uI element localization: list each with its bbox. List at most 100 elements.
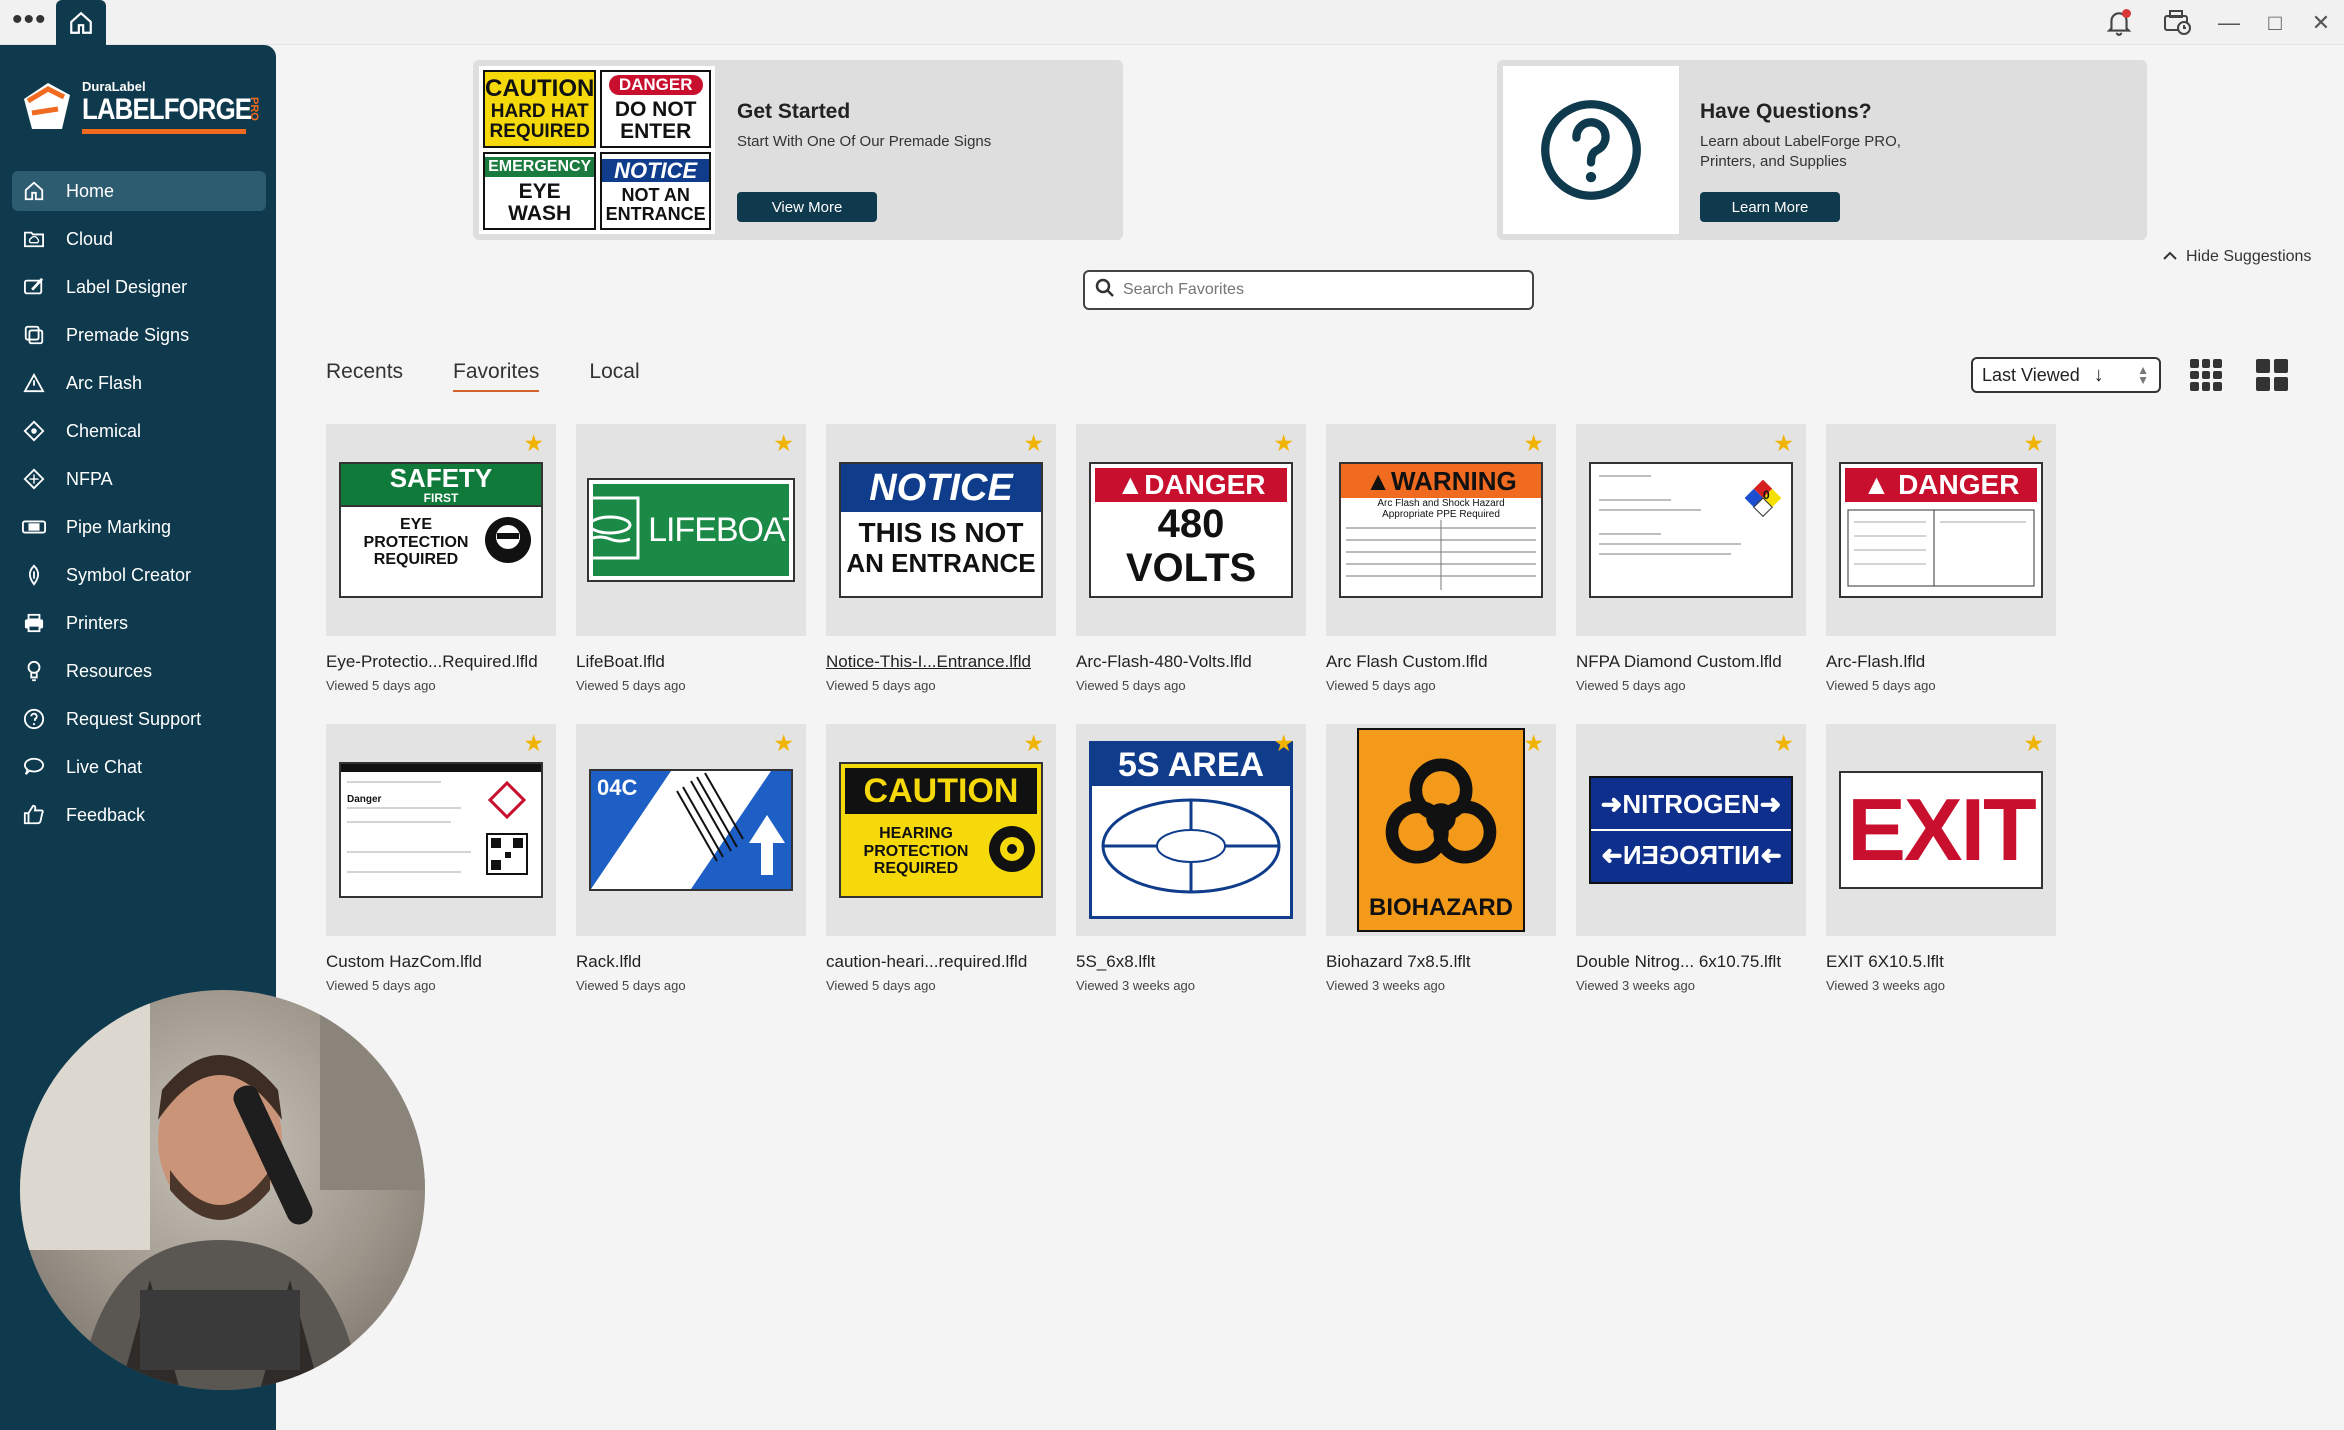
view-more-button[interactable]: View More: [737, 192, 877, 222]
file-tile[interactable]: ★ 0 NFPA Diamond Custom.lfld Viewed 5 da…: [1576, 424, 1806, 693]
file-tile[interactable]: ★ ▲WARNING Arc Flash and Shock Hazard Ap…: [1326, 424, 1556, 693]
file-thumbnail[interactable]: ★ SAFETY FIRST EYE PROTECTION REQUIRED: [326, 424, 556, 636]
sidebar-item-chemical[interactable]: Chemical: [12, 411, 266, 451]
star-icon[interactable]: ★: [523, 732, 544, 755]
file-name[interactable]: Biohazard 7x8.5.lflt: [1326, 952, 1556, 972]
file-thumbnail[interactable]: ★ ▲WARNING Arc Flash and Shock Hazard Ap…: [1326, 424, 1556, 636]
ellipsis-icon[interactable]: •••: [12, 5, 47, 35]
file-name[interactable]: caution-heari...required.lfld: [826, 952, 1056, 972]
sidebar-item-feedback[interactable]: Feedback: [12, 795, 266, 835]
star-icon[interactable]: ★: [773, 432, 794, 455]
file-tile[interactable]: ★ Danger Custom HazCom.lfld Viewed 5 day…: [326, 724, 556, 993]
star-icon[interactable]: ★: [773, 732, 794, 755]
file-tile[interactable]: ★ ▲DANGER 480 VOLTS Arc-Flash-480-Volts.…: [1076, 424, 1306, 693]
hide-suggestions-toggle[interactable]: Hide Suggestions: [2162, 248, 2311, 266]
printer-status-icon[interactable]: [2148, 0, 2206, 45]
sidebar-item-label: Premade Signs: [66, 324, 190, 345]
file-name[interactable]: Arc Flash Custom.lfld: [1326, 652, 1556, 672]
star-icon[interactable]: ★: [1023, 432, 1044, 455]
star-icon[interactable]: ★: [2023, 732, 2044, 755]
sidebar-item-symbol-creator[interactable]: Symbol Creator: [12, 555, 266, 595]
file-tile[interactable]: ★ 04C Rack.lfld Viewed 5 days ago: [576, 724, 806, 993]
star-icon[interactable]: ★: [523, 432, 544, 455]
sidebar-item-request-support[interactable]: Request Support: [12, 699, 266, 739]
home-tab[interactable]: [56, 0, 106, 45]
tab-local[interactable]: Local: [589, 360, 639, 392]
file-thumbnail[interactable]: ★ 04C: [576, 724, 806, 936]
file-name[interactable]: Arc-Flash.lfld: [1826, 652, 2056, 672]
file-thumbnail[interactable]: ★ BIOHAZARD: [1326, 724, 1556, 936]
file-thumbnail[interactable]: ★ CAUTION HEARING PROTECTION REQUIRED: [826, 724, 1056, 936]
tab-favorites[interactable]: Favorites: [453, 360, 540, 392]
sidebar-item-resources[interactable]: Resources: [12, 651, 266, 691]
file-viewed: Viewed 5 days ago: [826, 678, 936, 693]
file-tile[interactable]: ★ NOTICE THIS IS NOT AN ENTRANCE Notice-…: [826, 424, 1056, 693]
star-icon[interactable]: ★: [1773, 732, 1794, 755]
file-viewed: Viewed 5 days ago: [326, 678, 436, 693]
file-tile[interactable]: ★ SAFETY FIRST EYE PROTECTION REQUIRED E…: [326, 424, 556, 693]
sidebar-item-printers[interactable]: Printers: [12, 603, 266, 643]
sort-select[interactable]: Last Viewed ↓ ▲ ▼: [1971, 357, 2161, 393]
sidebar-item-cloud[interactable]: Cloud: [12, 219, 266, 259]
star-icon[interactable]: ★: [1273, 732, 1294, 755]
sidebar-item-home[interactable]: Home: [12, 171, 266, 211]
pipe-icon: [22, 515, 46, 539]
file-thumbnail[interactable]: ★ ➜NITROGEN➜ ➜NITROGEN➜: [1576, 724, 1806, 936]
file-name[interactable]: Arc-Flash-480-Volts.lfld: [1076, 652, 1306, 672]
file-viewed: Viewed 5 days ago: [1576, 678, 1686, 693]
search-favorites[interactable]: [1083, 270, 1534, 310]
file-tabs: Recents Favorites Local: [326, 360, 640, 392]
star-icon[interactable]: ★: [1023, 732, 1044, 755]
large-grid-view-icon[interactable]: [2256, 359, 2288, 391]
sidebar-item-nfpa[interactable]: NFPA: [12, 459, 266, 499]
sidebar-item-pipe-marking[interactable]: Pipe Marking: [12, 507, 266, 547]
star-icon[interactable]: ★: [1773, 432, 1794, 455]
file-thumbnail[interactable]: ★ NOTICE THIS IS NOT AN ENTRANCE: [826, 424, 1056, 636]
warning-triangle-icon: [22, 371, 46, 395]
file-name[interactable]: EXIT 6X10.5.lflt: [1826, 952, 2056, 972]
sidebar-nav: Home Cloud Label Designer Premade Signs …: [12, 171, 266, 843]
sidebar-item-live-chat[interactable]: Live Chat: [12, 747, 266, 787]
close-button[interactable]: ✕: [2298, 0, 2344, 45]
file-name[interactable]: Eye-Protectio...Required.lfld: [326, 652, 556, 672]
file-name[interactable]: Notice-This-I...Entrance.lfld: [826, 652, 1056, 672]
search-icon: [1095, 278, 1115, 303]
file-thumbnail[interactable]: ★ ▲DANGER 480 VOLTS: [1076, 424, 1306, 636]
file-tile[interactable]: ★ 5S AREA 5S_6x8.lflt Viewed 3 weeks ago: [1076, 724, 1306, 993]
star-icon[interactable]: ★: [1523, 732, 1544, 755]
minimize-button[interactable]: —: [2206, 0, 2252, 45]
file-tile[interactable]: ★ CAUTION HEARING PROTECTION REQUIRED ca…: [826, 724, 1056, 993]
file-tile[interactable]: ★ BIOHAZARD Biohazard 7x8.5.lflt Viewed …: [1326, 724, 1556, 993]
sidebar-item-label-designer[interactable]: Label Designer: [12, 267, 266, 307]
file-name[interactable]: 5S_6x8.lflt: [1076, 952, 1306, 972]
file-tile[interactable]: ★ ➜NITROGEN➜ ➜NITROGEN➜ Double Nitrog...…: [1576, 724, 1806, 993]
tab-recents[interactable]: Recents: [326, 360, 403, 392]
notification-bell-icon[interactable]: [2090, 0, 2148, 45]
maximize-button[interactable]: □: [2252, 0, 2298, 45]
sidebar-item-arc-flash[interactable]: Arc Flash: [12, 363, 266, 403]
arrow-down-icon[interactable]: ↓: [2094, 364, 2104, 387]
sidebar-item-premade-signs[interactable]: Premade Signs: [12, 315, 266, 355]
chevron-up-icon: [2162, 248, 2178, 266]
file-tile[interactable]: ★ LIFEBOAT LifeBoat.lfld Viewed 5 days a…: [576, 424, 806, 693]
file-thumbnail[interactable]: ★ EXIT: [1826, 724, 2056, 936]
file-name[interactable]: Double Nitrog... 6x10.75.lflt: [1576, 952, 1806, 972]
file-tile[interactable]: ★ EXIT EXIT 6X10.5.lflt Viewed 3 weeks a…: [1826, 724, 2056, 993]
learn-more-button[interactable]: Learn More: [1700, 192, 1840, 222]
home-icon: [22, 179, 46, 203]
file-name[interactable]: Rack.lfld: [576, 952, 806, 972]
file-thumbnail[interactable]: ★ Danger: [326, 724, 556, 936]
file-thumbnail[interactable]: ★ LIFEBOAT: [576, 424, 806, 636]
file-thumbnail[interactable]: ★ ▲ DANGER: [1826, 424, 2056, 636]
file-name[interactable]: NFPA Diamond Custom.lfld: [1576, 652, 1806, 672]
file-name[interactable]: LifeBoat.lfld: [576, 652, 806, 672]
star-icon[interactable]: ★: [1523, 432, 1544, 455]
star-icon[interactable]: ★: [1273, 432, 1294, 455]
file-tile[interactable]: ★ ▲ DANGER Arc-Flash.lfld Viewed 5 days …: [1826, 424, 2056, 693]
search-input[interactable]: [1123, 281, 1503, 299]
file-thumbnail[interactable]: ★ 5S AREA: [1076, 724, 1306, 936]
file-thumbnail[interactable]: ★ 0: [1576, 424, 1806, 636]
star-icon[interactable]: ★: [2023, 432, 2044, 455]
file-name[interactable]: Custom HazCom.lfld: [326, 952, 556, 972]
small-grid-view-icon[interactable]: [2190, 359, 2222, 391]
